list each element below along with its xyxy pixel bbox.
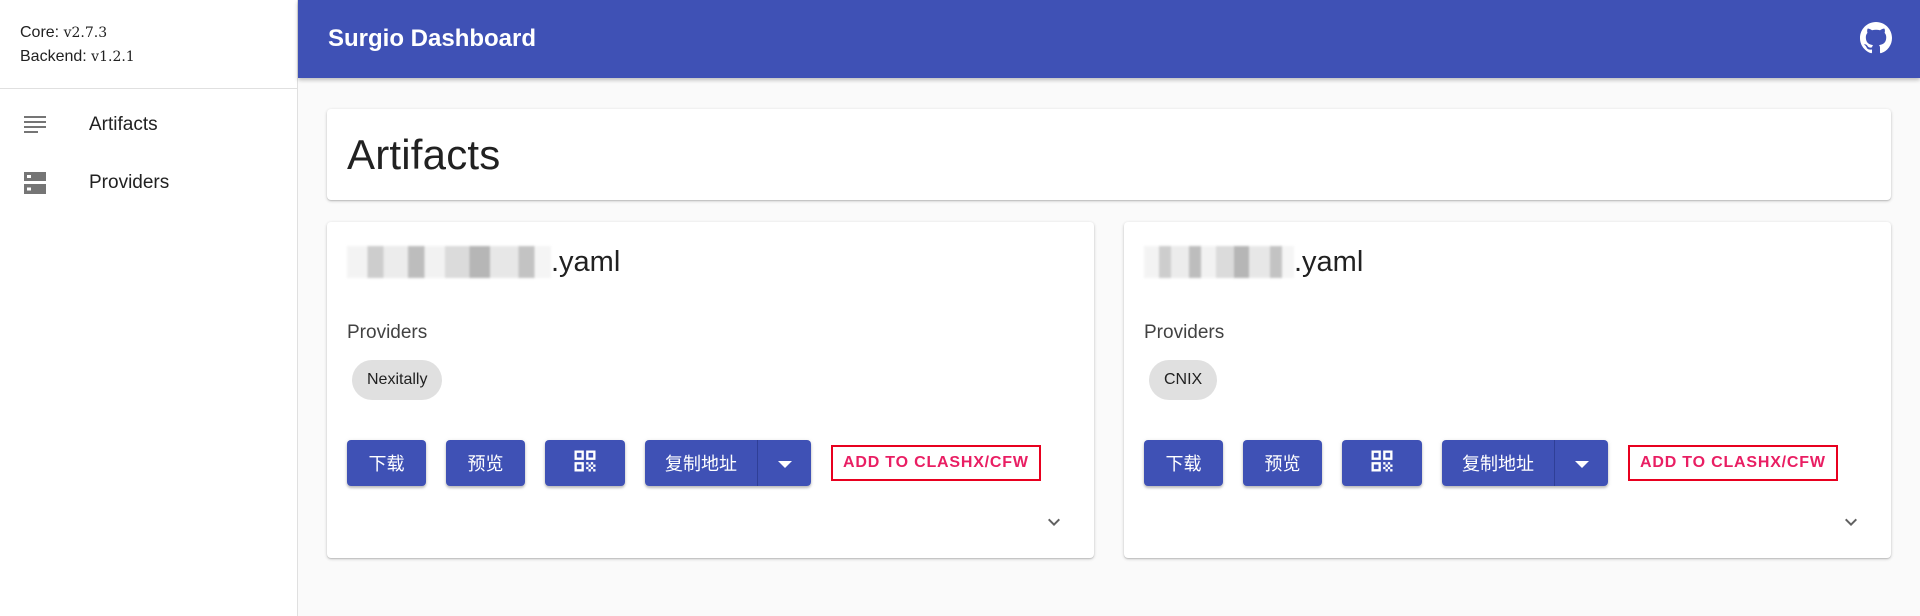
redacted-filename bbox=[347, 246, 551, 278]
caret-down-icon bbox=[777, 453, 792, 474]
backend-version-value: v1.2.1 bbox=[91, 49, 135, 65]
redacted-filename bbox=[1144, 246, 1294, 278]
copy-url-button[interactable]: 复制地址 bbox=[645, 440, 758, 486]
add-to-clashx-button[interactable]: ADD TO CLASHX/CFW bbox=[1628, 445, 1838, 481]
qrcode-icon bbox=[1368, 447, 1396, 480]
backend-label: Backend: bbox=[20, 48, 87, 65]
chevron-down-icon[interactable] bbox=[1042, 510, 1066, 534]
add-to-clashx-button[interactable]: ADD TO CLASHX/CFW bbox=[831, 445, 1041, 481]
sidebar: Core: v2.7.3 Backend: v1.2.1 Artifacts P… bbox=[0, 0, 298, 616]
download-button[interactable]: 下载 bbox=[347, 440, 426, 486]
artifact-extension: .yaml bbox=[551, 245, 621, 278]
download-button[interactable]: 下载 bbox=[1144, 440, 1223, 486]
artifact-actions: 下载 预览 复制地址 ADD TO CLASHX/CFW bbox=[347, 440, 1061, 486]
copy-url-button[interactable]: 复制地址 bbox=[1442, 440, 1555, 486]
preview-button[interactable]: 预览 bbox=[1243, 440, 1322, 486]
app-bar: Surgio Dashboard bbox=[298, 0, 1920, 78]
sidebar-item-label: Providers bbox=[89, 172, 170, 193]
core-version: Core: v2.7.3 bbox=[20, 21, 277, 45]
provider-chip[interactable]: Nexitally bbox=[352, 360, 443, 400]
qrcode-icon bbox=[571, 447, 599, 480]
github-icon[interactable] bbox=[1860, 22, 1892, 54]
core-label: Core: bbox=[20, 24, 60, 41]
qrcode-button[interactable] bbox=[1342, 440, 1422, 486]
page-title: Artifacts bbox=[347, 130, 501, 178]
copy-url-dropdown-button[interactable] bbox=[1555, 440, 1608, 486]
storage-icon bbox=[22, 170, 48, 196]
artifact-name: .yaml bbox=[347, 240, 620, 284]
sidebar-item-providers[interactable]: Providers bbox=[0, 154, 297, 212]
caret-down-icon bbox=[1574, 453, 1589, 474]
page-header-card: Artifacts bbox=[327, 109, 1891, 200]
version-info: Core: v2.7.3 Backend: v1.2.1 bbox=[0, 0, 297, 89]
sidebar-nav: Artifacts Providers bbox=[0, 89, 297, 212]
sidebar-item-artifacts[interactable]: Artifacts bbox=[0, 96, 297, 154]
copy-url-dropdown-button[interactable] bbox=[758, 440, 811, 486]
artifact-actions: 下载 预览 复制地址 ADD TO CLASHX/CFW bbox=[1144, 440, 1858, 486]
sidebar-item-label: Artifacts bbox=[89, 114, 158, 135]
chevron-down-icon[interactable] bbox=[1839, 510, 1863, 534]
app-title: Surgio Dashboard bbox=[328, 25, 537, 52]
providers-label: Providers bbox=[347, 322, 428, 343]
copy-url-button-group: 复制地址 bbox=[1442, 440, 1608, 486]
core-version-value: v2.7.3 bbox=[63, 25, 108, 41]
backend-version: Backend: v1.2.1 bbox=[20, 45, 277, 69]
artifact-name: .yaml bbox=[1144, 240, 1363, 284]
providers-label: Providers bbox=[1144, 322, 1225, 343]
artifact-extension: .yaml bbox=[1294, 245, 1364, 278]
artifact-card: .yaml Providers CNIX 下载 预览 复制地址 ADD TO C… bbox=[1124, 222, 1891, 558]
qrcode-button[interactable] bbox=[545, 440, 625, 486]
list-icon bbox=[22, 112, 48, 138]
preview-button[interactable]: 预览 bbox=[446, 440, 525, 486]
copy-url-button-group: 复制地址 bbox=[645, 440, 811, 486]
provider-chip[interactable]: CNIX bbox=[1149, 360, 1218, 400]
artifact-card: .yaml Providers Nexitally 下载 预览 复制地址 ADD… bbox=[327, 222, 1094, 558]
